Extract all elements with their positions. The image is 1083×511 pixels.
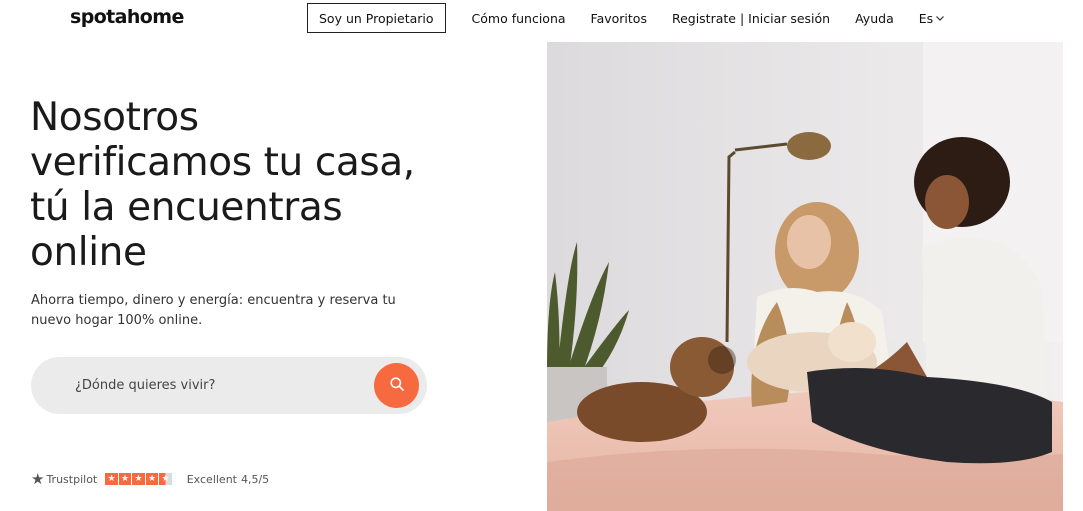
hero-title-line: verificamos tu casa, [30, 140, 415, 185]
trustpilot-brand: Trustpilot [46, 472, 98, 486]
search-input[interactable] [75, 378, 365, 393]
language-label: Es [918, 10, 934, 26]
nav-help[interactable]: Ayuda [855, 11, 894, 26]
star-icon: ★ [132, 472, 145, 486]
chevron-down-icon [935, 11, 945, 26]
search-icon [389, 376, 405, 396]
nav-how-it-works[interactable]: Cómo funciona [472, 11, 566, 26]
rating-stars: ★ ★ ★ ★ ★ [105, 472, 172, 486]
hero-title-line: online [30, 230, 147, 275]
trustpilot-rating[interactable]: ★ Trustpilot ★ ★ ★ ★ ★ Excellent 4,5/5 [31, 470, 269, 488]
hero-subtitle: Ahorra tiempo, dinero y energía: encuent… [31, 293, 396, 328]
star-icon: ★ [105, 472, 118, 486]
owner-button[interactable]: Soy un Propietario [307, 3, 446, 33]
trustpilot-star-icon: ★ [31, 470, 45, 488]
rating-score: 4,5/5 [240, 472, 270, 486]
star-icon: ★ [145, 472, 159, 486]
logo[interactable]: spotahome [70, 6, 184, 28]
search-bar [31, 357, 427, 414]
hero-title-line: Nosotros [30, 95, 199, 140]
hero-title-line: tú la encuentras [30, 185, 343, 230]
nav-register-login[interactable]: Registrate | Iniciar sesión [672, 11, 830, 26]
hero-title: Nosotros verificamos tu casa, tú la encu… [30, 95, 450, 275]
hero-image [547, 42, 1063, 511]
search-button[interactable] [374, 363, 419, 408]
half-star-icon: ★ [159, 472, 172, 486]
star-icon: ★ [118, 472, 132, 486]
rating-label: Excellent [186, 472, 237, 486]
language-selector[interactable]: Es [919, 11, 945, 26]
nav-favorites[interactable]: Favoritos [591, 11, 647, 26]
top-nav: Soy un Propietario Cómo funciona Favorit… [307, 3, 945, 33]
